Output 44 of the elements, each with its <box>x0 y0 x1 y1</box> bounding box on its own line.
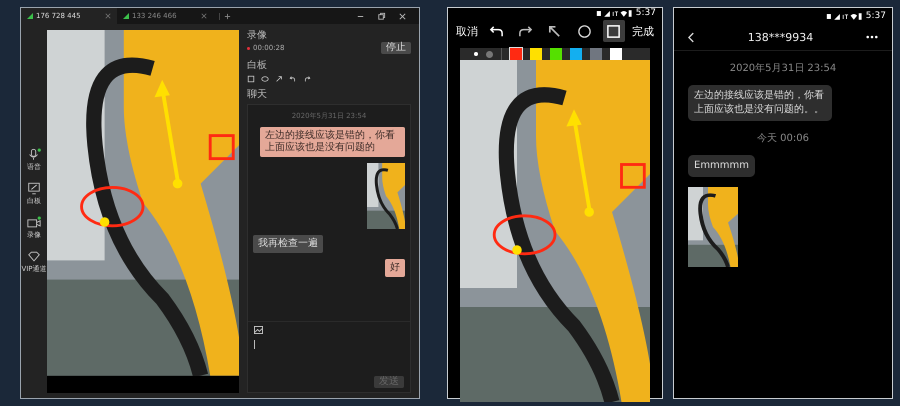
color-swatch[interactable] <box>550 48 562 60</box>
restore-icon[interactable] <box>377 12 386 20</box>
photo-thumbnail[interactable] <box>688 187 738 267</box>
message-bubble: 左边的接线应该是错的，你看上面应该也是没有问题的。。 <box>688 85 832 121</box>
image-icon[interactable] <box>254 326 263 334</box>
color-swatch[interactable] <box>570 48 582 60</box>
undo-icon[interactable] <box>289 75 297 83</box>
done-button[interactable]: 完成 <box>632 24 654 38</box>
close-icon[interactable] <box>398 12 407 20</box>
square-icon[interactable] <box>602 20 625 42</box>
close-icon[interactable] <box>201 13 207 19</box>
arrow-icon[interactable] <box>275 75 283 83</box>
add-tab-icon[interactable] <box>219 12 231 20</box>
section-title: 白板 <box>247 60 268 72</box>
timestamp: 2020年5月31日 23:54 <box>728 62 838 75</box>
message-bubble: 好 <box>385 259 405 277</box>
section-title: 录像 <box>247 30 268 42</box>
status-time: 5:37 <box>636 8 656 18</box>
color-swatch[interactable] <box>590 48 602 60</box>
brush-size-dot[interactable] <box>486 50 493 58</box>
chat-title: 138***9934 <box>746 30 814 44</box>
message-bubble: 左边的接线应该是错的，你看上面应该也是没有问题的 <box>260 127 405 157</box>
message-bubble: Emmmmm <box>688 155 756 177</box>
color-swatch[interactable] <box>510 48 522 60</box>
redo-icon[interactable] <box>303 75 311 83</box>
status-icons <box>826 12 862 20</box>
more-icon[interactable] <box>866 35 878 39</box>
ellipse-icon[interactable] <box>261 75 269 83</box>
signal-icon <box>27 13 33 19</box>
message-bubble: 我再检查一遍 <box>253 235 323 253</box>
status-time: 5:37 <box>866 11 886 21</box>
cancel-button[interactable]: 取消 <box>456 24 478 38</box>
timestamp: 今天 00:06 <box>756 132 810 145</box>
section-title: 聊天 <box>247 89 268 101</box>
back-icon[interactable] <box>688 32 695 42</box>
brush-size-dot[interactable] <box>474 52 478 56</box>
signal-icon <box>123 13 129 19</box>
color-swatch[interactable] <box>610 48 622 60</box>
stop-button[interactable]: 停止 <box>381 42 411 54</box>
recording-dot-icon <box>247 46 250 50</box>
color-swatch[interactable] <box>530 48 542 60</box>
rectangle-icon[interactable] <box>247 75 255 83</box>
photo-thumbnail[interactable] <box>367 163 405 229</box>
status-icons <box>596 8 632 18</box>
